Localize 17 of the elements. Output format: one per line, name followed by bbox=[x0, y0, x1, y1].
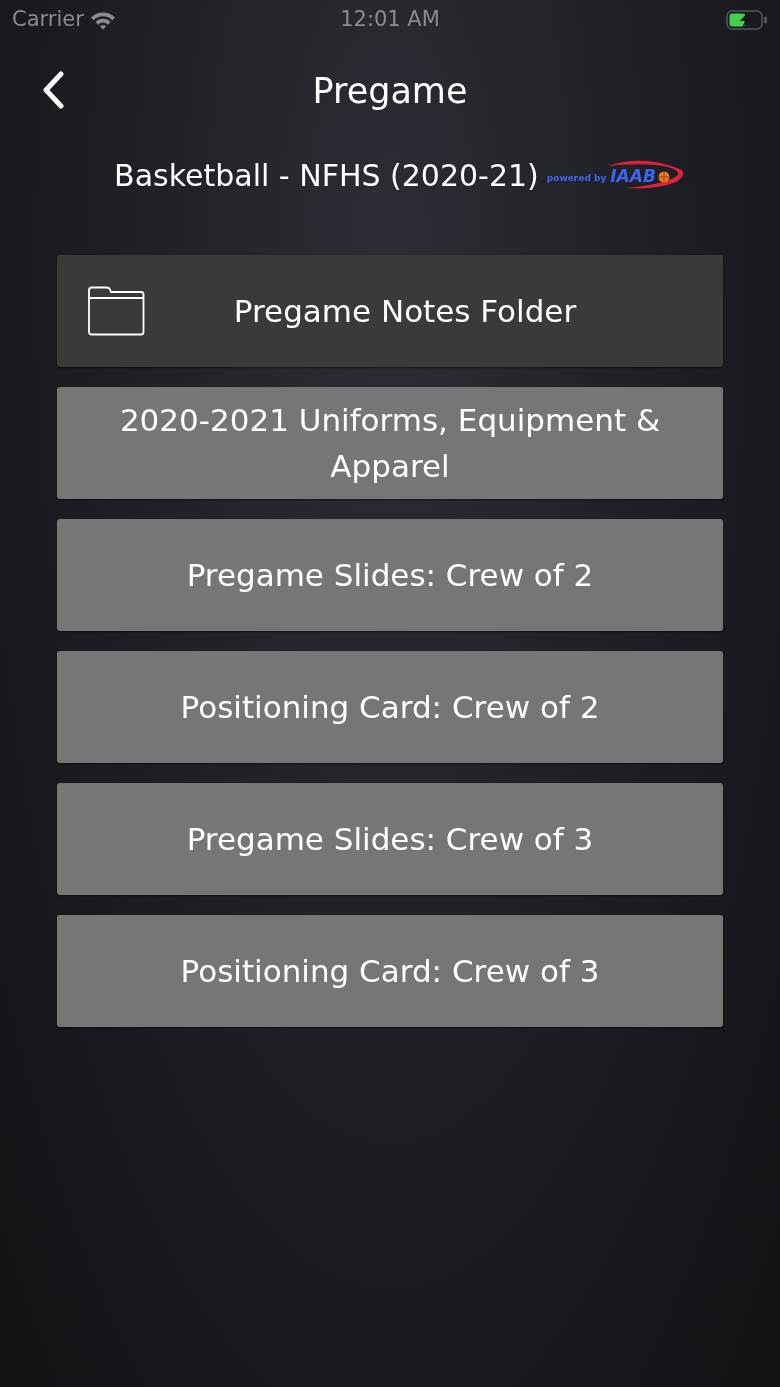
logo-tagline: powered by bbox=[546, 174, 607, 183]
folder-icon bbox=[87, 286, 145, 336]
list-button[interactable]: Positioning Card: Crew of 3 bbox=[57, 915, 723, 1027]
page-title: Pregame bbox=[312, 69, 468, 113]
list-button[interactable]: 2020-2021 Uniforms, Equipment & Apparel bbox=[57, 387, 723, 499]
carrier-label: Carrier bbox=[12, 6, 84, 34]
back-chevron-icon bbox=[41, 71, 65, 109]
list-button[interactable]: Pregame Slides: Crew of 2 bbox=[57, 519, 723, 631]
status-time: 12:01 AM bbox=[340, 6, 440, 34]
logo-name: IAAB bbox=[610, 168, 656, 185]
list-button[interactable]: Positioning Card: Crew of 2 bbox=[57, 651, 723, 763]
folder-label: Pregame Notes Folder bbox=[232, 292, 578, 331]
folder-button[interactable]: Pregame Notes Folder bbox=[57, 255, 723, 367]
wifi-icon bbox=[89, 10, 116, 30]
list-button[interactable]: Pregame Slides: Crew of 3 bbox=[57, 783, 723, 895]
sport-subtitle: Basketball - NFHS (2020-21) bbox=[114, 156, 539, 195]
basketball-icon bbox=[657, 171, 670, 183]
